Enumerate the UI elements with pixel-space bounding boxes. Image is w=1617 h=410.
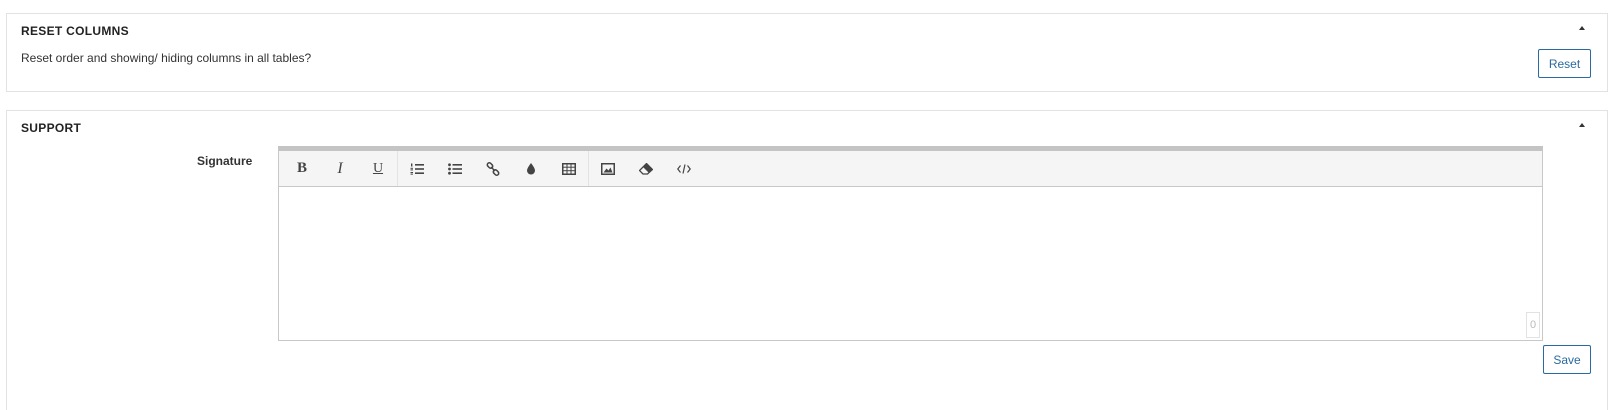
bold-button[interactable]: B bbox=[283, 151, 321, 186]
signature-editor: B I U 0 bbox=[278, 146, 1543, 341]
caret-up-icon bbox=[1579, 123, 1585, 127]
table-icon bbox=[562, 162, 576, 175]
image-icon bbox=[601, 162, 615, 175]
clear-format-button[interactable] bbox=[627, 151, 665, 186]
reset-button[interactable]: Reset bbox=[1538, 49, 1591, 78]
collapse-support-button[interactable] bbox=[1573, 117, 1591, 133]
italic-icon: I bbox=[337, 159, 343, 177]
reset-columns-panel: RESET COLUMNS Reset order and showing/ h… bbox=[6, 13, 1608, 92]
caret-up-icon bbox=[1579, 26, 1585, 30]
bold-icon: B bbox=[296, 160, 307, 176]
text-color-button[interactable] bbox=[512, 151, 550, 186]
ordered-list-icon bbox=[410, 163, 424, 175]
underline-button[interactable]: U bbox=[359, 151, 397, 186]
signature-label: Signature bbox=[197, 154, 253, 168]
signature-textarea[interactable]: 0 bbox=[279, 187, 1542, 340]
reset-columns-description: Reset order and showing/ hiding columns … bbox=[21, 51, 312, 65]
link-icon bbox=[486, 161, 500, 176]
code-view-button[interactable] bbox=[665, 151, 703, 186]
ordered-list-button[interactable] bbox=[398, 151, 436, 186]
table-button[interactable] bbox=[550, 151, 588, 186]
reset-columns-title: RESET COLUMNS bbox=[21, 24, 129, 38]
code-view-icon bbox=[677, 163, 691, 174]
italic-button[interactable]: I bbox=[321, 151, 359, 186]
image-button[interactable] bbox=[589, 151, 627, 186]
char-count: 0 bbox=[1526, 312, 1540, 338]
underline-icon: U bbox=[372, 160, 384, 176]
color-drop-icon bbox=[527, 162, 535, 174]
link-button[interactable] bbox=[474, 151, 512, 186]
eraser-icon bbox=[639, 162, 653, 175]
collapse-reset-columns-button[interactable] bbox=[1573, 20, 1591, 36]
unordered-list-icon bbox=[448, 162, 462, 175]
unordered-list-button[interactable] bbox=[436, 151, 474, 186]
support-panel: SUPPORT Signature B I U 0 Save bbox=[6, 110, 1608, 410]
support-title: SUPPORT bbox=[21, 121, 82, 135]
editor-toolbar: B I U bbox=[279, 151, 1542, 187]
save-button[interactable]: Save bbox=[1543, 345, 1591, 374]
